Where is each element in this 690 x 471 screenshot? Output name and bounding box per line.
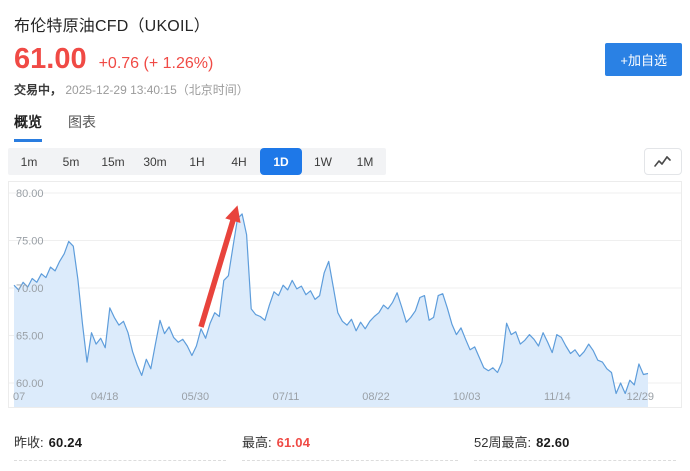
timeframe-button-1w[interactable]: 1W <box>302 148 344 175</box>
timeframe-button-30m[interactable]: 30m <box>134 148 176 175</box>
trend-line-icon <box>653 154 673 170</box>
x-axis-label: 11/14 <box>544 391 571 403</box>
timeframe-button-1m[interactable]: 1M <box>344 148 386 175</box>
stat-item: 52周最高: 82.60 <box>474 425 676 461</box>
stat-item: 昨收: 60.24 <box>14 425 226 461</box>
stat-label: 最高: <box>242 435 272 450</box>
x-axis-label: 07/11 <box>273 391 300 403</box>
y-axis-label: 60.00 <box>16 378 44 390</box>
tab-chart[interactable]: 图表 <box>68 112 96 142</box>
y-axis-label: 75.00 <box>16 236 44 248</box>
stat-value: 61.04 <box>277 435 311 450</box>
y-axis-label: 70.00 <box>16 283 44 295</box>
timeframe-button-1h[interactable]: 1H <box>176 148 218 175</box>
timeframe-button-1m[interactable]: 1m <box>8 148 50 175</box>
stat-item: 最高: 61.04 <box>242 425 458 461</box>
x-axis-label: 05/30 <box>182 391 210 403</box>
x-axis-label: 10/03 <box>453 391 481 403</box>
price-change: +0.76 (+ 1.26%) <box>99 55 214 73</box>
add-watchlist-button[interactable]: +加自选 <box>605 43 682 76</box>
stat-item: 52周最低:58.40 <box>474 461 676 471</box>
stat-value: 60.24 <box>49 435 83 450</box>
stats-grid: 昨收: 60.24 今开:60.62 最高: 61.04 最低:60.43 52周最高: 82… <box>14 425 676 471</box>
stat-item: 今开:60.62 <box>14 461 226 471</box>
stat-value: 82.60 <box>536 435 570 450</box>
view-tabs: 概览 图表 <box>0 112 690 142</box>
annotation-arrow-head <box>225 205 240 223</box>
timeframe-button-15m[interactable]: 15m <box>92 148 134 175</box>
x-axis-label: 04/18 <box>91 391 119 403</box>
timeframe-button-4h[interactable]: 4H <box>218 148 260 175</box>
timeframe-button-5m[interactable]: 5m <box>50 148 92 175</box>
price-row: 61.00 +0.76 (+ 1.26%) <box>14 45 682 74</box>
trading-status: 交易中， <box>14 83 62 97</box>
x-axis-label: 12/29 <box>626 391 654 403</box>
timeframe-strip: 1m5m15m30m1H4H1D1W1M <box>8 148 386 175</box>
stat-item: 最低:60.43 <box>242 461 458 471</box>
stat-label: 昨收: <box>14 435 44 450</box>
quote-page: 布伦特原油CFD（UKOIL） +加自选 61.00 +0.76 (+ 1.26… <box>0 0 690 471</box>
quote-timestamp: 2025-12-29 13:40:15（北京时间） <box>65 83 248 97</box>
status-row: 交易中， 2025-12-29 13:40:15（北京时间） <box>14 81 682 98</box>
quote-header: 布伦特原油CFD（UKOIL） +加自选 61.00 +0.76 (+ 1.26… <box>0 0 690 98</box>
chart-type-button[interactable] <box>644 148 682 175</box>
x-axis-label: 07 <box>13 391 25 403</box>
y-axis-label: 80.00 <box>16 188 44 200</box>
tab-overview[interactable]: 概览 <box>14 112 42 142</box>
timeframe-row: 1m5m15m30m1H4H1D1W1M <box>8 148 682 175</box>
stats-column: 昨收: 60.24 今开:60.62 <box>14 425 226 471</box>
timeframe-button-1d[interactable]: 1D <box>260 148 302 175</box>
instrument-title: 布伦特原油CFD（UKOIL） <box>14 12 682 36</box>
price-chart[interactable]: 80.00 75.00 70.00 65.00 60.0007 04/18 05/30 07/… <box>8 181 682 408</box>
y-axis-label: 65.00 <box>16 331 44 343</box>
stats-column: 52周最高: 82.60 52周最低:58.40 <box>474 425 676 471</box>
stats-column: 最高: 61.04 最低:60.43 <box>242 425 458 471</box>
stat-label: 52周最高: <box>474 435 531 450</box>
last-price: 61.00 <box>14 45 87 74</box>
x-axis-label: 08/22 <box>362 391 390 403</box>
